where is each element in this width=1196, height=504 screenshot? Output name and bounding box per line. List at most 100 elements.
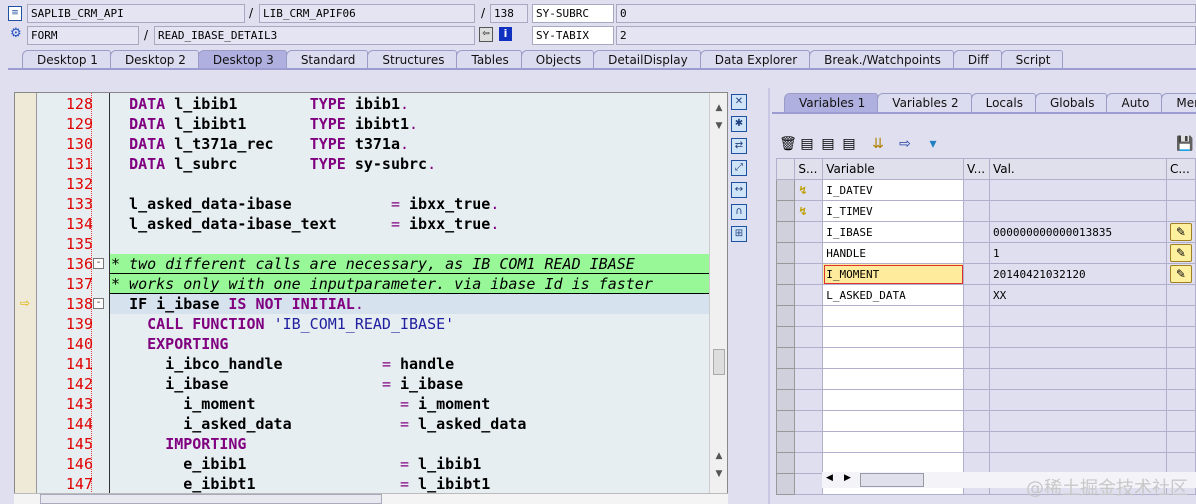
variable-name-cell[interactable]: [822, 305, 965, 327]
table-row[interactable]: [775, 368, 1196, 390]
tab-variables-2[interactable]: Variables 2: [877, 93, 972, 112]
filter-icon[interactable]: ▾: [924, 136, 942, 152]
scroll-up-button[interactable]: ▲: [712, 101, 726, 115]
code-line[interactable]: i_ibco_handle = handle: [110, 354, 709, 374]
row-selector[interactable]: [775, 242, 796, 264]
code-line[interactable]: [110, 174, 709, 194]
row-selector[interactable]: [775, 221, 796, 243]
program-field[interactable]: SAPLIB_CRM_API: [27, 4, 245, 23]
variable-name-cell[interactable]: HANDLE: [822, 242, 965, 264]
editor-vertical-scrollbar[interactable]: ▲ ▼ ▲ ▼: [709, 93, 727, 494]
append-icon[interactable]: ▤: [819, 136, 837, 152]
scroll-left-button[interactable]: ◀: [826, 473, 833, 483]
row-selector[interactable]: [775, 326, 796, 348]
code-line[interactable]: l_asked_data-ibase_text = ibxx_true.: [110, 214, 709, 234]
scroll-thumb[interactable]: [713, 349, 725, 375]
collapse-block-button[interactable]: -: [93, 298, 104, 309]
tab-detaildisplay[interactable]: DetailDisplay: [593, 50, 701, 69]
scroll-thumb[interactable]: [860, 473, 924, 487]
row-selector[interactable]: [775, 473, 796, 495]
row-selector[interactable]: [775, 200, 796, 222]
value-cell[interactable]: [988, 200, 1167, 222]
table-row[interactable]: ↯ I_TIMEV: [775, 200, 1196, 222]
variable-name-cell[interactable]: L_ASKED_DATA: [822, 284, 965, 306]
code-line[interactable]: i_moment = i_moment: [110, 394, 709, 414]
tab-data-explorer[interactable]: Data Explorer: [699, 50, 811, 69]
table-row[interactable]: I_IBASE 000000000000013835 ✎: [775, 221, 1196, 243]
scroll-down-button[interactable]: ▼: [712, 467, 726, 481]
variable-name-cell[interactable]: I_DATEV: [822, 179, 965, 201]
insert-icon[interactable]: ▤: [798, 136, 816, 152]
transfer-icon[interactable]: ⇨: [896, 136, 914, 152]
code-line[interactable]: e_ibib1 = l_ibib1: [110, 454, 709, 474]
tab-locals[interactable]: Locals: [970, 93, 1036, 112]
sy-tabix-value[interactable]: 2: [616, 26, 1196, 45]
resize-horizontal-icon[interactable]: ↔: [731, 182, 747, 198]
column-header-c[interactable]: C...: [1165, 158, 1196, 180]
row-selector[interactable]: [775, 389, 796, 411]
value-cell[interactable]: 20140421032120: [988, 263, 1167, 285]
tab-memory[interactable]: Memory: [1161, 93, 1196, 112]
code-line[interactable]: e_ibibt1 = l_ibibt1: [110, 474, 709, 494]
code-line[interactable]: DATA l_t371a_rec TYPE t371a.: [110, 134, 709, 154]
column-header-variable[interactable]: Variable: [822, 158, 965, 180]
edit-pencil-icon[interactable]: ✎: [1169, 244, 1192, 262]
move-icon[interactable]: ⇊: [869, 136, 887, 152]
variable-name-cell[interactable]: [822, 326, 965, 348]
tab-break-watchpoints[interactable]: Break./Watchpoints: [809, 50, 954, 69]
save-icon[interactable]: 💾: [1176, 136, 1194, 152]
scroll-up-button[interactable]: ▲: [712, 449, 726, 463]
table-row[interactable]: L_ASKED_DATA XX: [775, 284, 1196, 306]
variable-name-cell[interactable]: I_MOMENT: [822, 263, 965, 285]
code-line[interactable]: i_asked_data = l_asked_data: [110, 414, 709, 434]
row-selector[interactable]: [775, 452, 796, 474]
variable-name-cell[interactable]: [822, 389, 965, 411]
navigate-icon[interactable]: ⇦: [479, 27, 493, 42]
code-line[interactable]: EXPORTING: [110, 334, 709, 354]
column-header-val[interactable]: Val.: [988, 158, 1167, 180]
row-selector[interactable]: [775, 263, 796, 285]
variable-name-cell[interactable]: [822, 347, 965, 369]
code-line[interactable]: DATA l_ibibt1 TYPE ibibt1.: [110, 114, 709, 134]
code-line[interactable]: * two different calls are necessary, as …: [110, 254, 709, 274]
code-line[interactable]: [110, 234, 709, 254]
code-line[interactable]: CALL FUNCTION 'IB_COM1_READ_IBASE': [110, 314, 709, 334]
code-line[interactable]: IF i_ibase IS NOT INITIAL.: [110, 294, 709, 314]
variable-name-cell[interactable]: [822, 431, 965, 453]
tab-globals[interactable]: Globals: [1034, 93, 1108, 112]
column-header-v[interactable]: V...: [963, 158, 990, 180]
tab-auto[interactable]: Auto: [1106, 93, 1163, 112]
value-cell[interactable]: [988, 179, 1167, 201]
collapse-block-button[interactable]: -: [93, 258, 104, 269]
table-row[interactable]: I_MOMENT 20140421032120 ✎: [775, 263, 1196, 285]
column-header-s[interactable]: S...: [794, 158, 824, 180]
row-selector[interactable]: [775, 347, 796, 369]
tab-objects[interactable]: Objects: [520, 50, 595, 69]
value-cell[interactable]: 000000000000013835: [988, 221, 1167, 243]
table-row[interactable]: [775, 305, 1196, 327]
tab-standard[interactable]: Standard: [285, 50, 369, 69]
code-line[interactable]: l_asked_data-ibase = ibxx_true.: [110, 194, 709, 214]
tab-desktop-1[interactable]: Desktop 1: [22, 50, 111, 69]
code-line[interactable]: * works only with one inputparameter. vi…: [110, 274, 709, 294]
breakpoint-gutter[interactable]: [15, 93, 37, 494]
code-line[interactable]: IMPORTING: [110, 434, 709, 454]
table-row[interactable]: [775, 347, 1196, 369]
variable-name-cell[interactable]: [822, 410, 965, 432]
code-line[interactable]: i_ibase = i_ibase: [110, 374, 709, 394]
edit-pencil-icon[interactable]: ✎: [1169, 223, 1192, 241]
line-field[interactable]: 138: [490, 4, 528, 23]
code-line[interactable]: DATA l_ibib1 TYPE ibib1.: [110, 94, 709, 114]
scroll-right-button[interactable]: ▶: [844, 473, 851, 483]
sy-subrc-value[interactable]: 0: [616, 4, 1196, 23]
row-selector[interactable]: [775, 284, 796, 306]
table-row[interactable]: [775, 410, 1196, 432]
table-row[interactable]: [775, 452, 1196, 474]
table-row[interactable]: HANDLE 1 ✎: [775, 242, 1196, 264]
tree-icon[interactable]: ⊞: [731, 226, 747, 242]
tab-structures[interactable]: Structures: [367, 50, 458, 69]
scroll-thumb[interactable]: [40, 494, 382, 504]
row-selector[interactable]: [775, 179, 796, 201]
source-code-editor[interactable]: 128 DATA l_ibib1 TYPE ibib1. 129 DATA l_i…: [14, 92, 728, 495]
row-selector[interactable]: [775, 305, 796, 327]
